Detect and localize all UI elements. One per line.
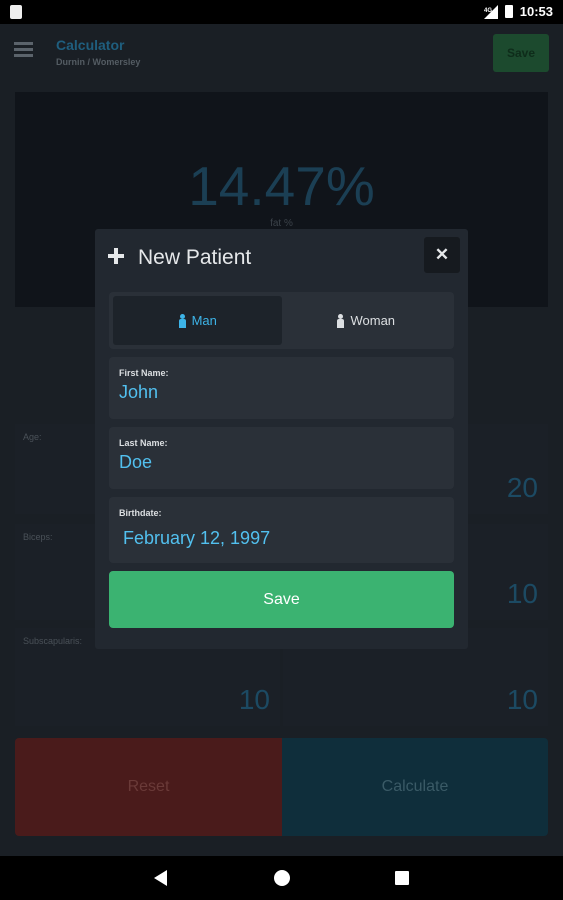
home-icon[interactable]	[274, 870, 290, 886]
birthdate-label: Birthdate:	[119, 508, 162, 518]
last-name-label: Last Name:	[119, 438, 168, 448]
gender-option-label: Woman	[350, 313, 396, 328]
age-label: Age:	[23, 432, 42, 442]
app-subtitle: Durnin / Womersley	[56, 57, 141, 67]
top-save-button[interactable]: Save	[493, 34, 549, 72]
first-name-label: First Name:	[119, 368, 169, 378]
birthdate-field[interactable]: Birthdate: February 12, 1997	[109, 497, 454, 563]
last-name-field[interactable]: Last Name: Doe	[109, 427, 454, 489]
battery-icon	[504, 5, 513, 18]
recent-apps-icon[interactable]	[395, 871, 409, 885]
female-icon	[336, 313, 345, 328]
calculate-button[interactable]: Calculate	[282, 738, 548, 836]
cellular-signal-icon: 4G	[483, 4, 498, 19]
right-mid-value: 10	[506, 578, 538, 609]
gender-option-woman[interactable]: Woman	[282, 296, 451, 345]
close-icon: ✕	[434, 245, 450, 264]
new-patient-dialog: New Patient ✕ Man Woman First Name: John…	[95, 229, 468, 649]
age-value: 20	[506, 472, 538, 503]
reset-button[interactable]: Reset	[15, 738, 282, 836]
network-type: 4G	[484, 8, 492, 14]
right-bottom-value: 10	[506, 684, 538, 715]
gender-selector: Man Woman	[109, 292, 454, 349]
dialog-title: New Patient	[138, 246, 252, 269]
plus-icon	[108, 248, 124, 264]
biceps-label: Biceps:	[23, 532, 53, 542]
dialog-header: New Patient ✕	[95, 229, 468, 287]
app-title: Calculator	[56, 37, 125, 53]
last-name-value[interactable]: Doe	[119, 452, 152, 473]
gender-option-label: Man	[191, 313, 217, 328]
status-icons: 4G 10:53	[483, 4, 553, 19]
result-value: 14.47%	[188, 155, 375, 217]
first-name-field[interactable]: First Name: John	[109, 357, 454, 419]
menu-icon[interactable]	[14, 42, 33, 58]
male-icon	[178, 313, 187, 328]
close-button[interactable]: ✕	[424, 237, 460, 273]
subscapularis-label: Subscapularis:	[23, 636, 83, 646]
status-time: 10:53	[519, 4, 553, 19]
sim-card-icon	[10, 5, 22, 19]
first-name-value[interactable]: John	[119, 382, 158, 403]
status-bar: 4G 10:53	[0, 0, 563, 24]
back-icon[interactable]	[154, 870, 167, 886]
app-bar: Calculator Durnin / Womersley Save	[0, 24, 563, 80]
navigation-bar	[0, 856, 563, 900]
gender-option-man[interactable]: Man	[113, 296, 282, 345]
subscapularis-value: 10	[238, 684, 270, 715]
birthdate-value[interactable]: February 12, 1997	[123, 528, 270, 549]
save-patient-button[interactable]: Save	[109, 571, 454, 628]
result-label: fat %	[270, 218, 293, 229]
